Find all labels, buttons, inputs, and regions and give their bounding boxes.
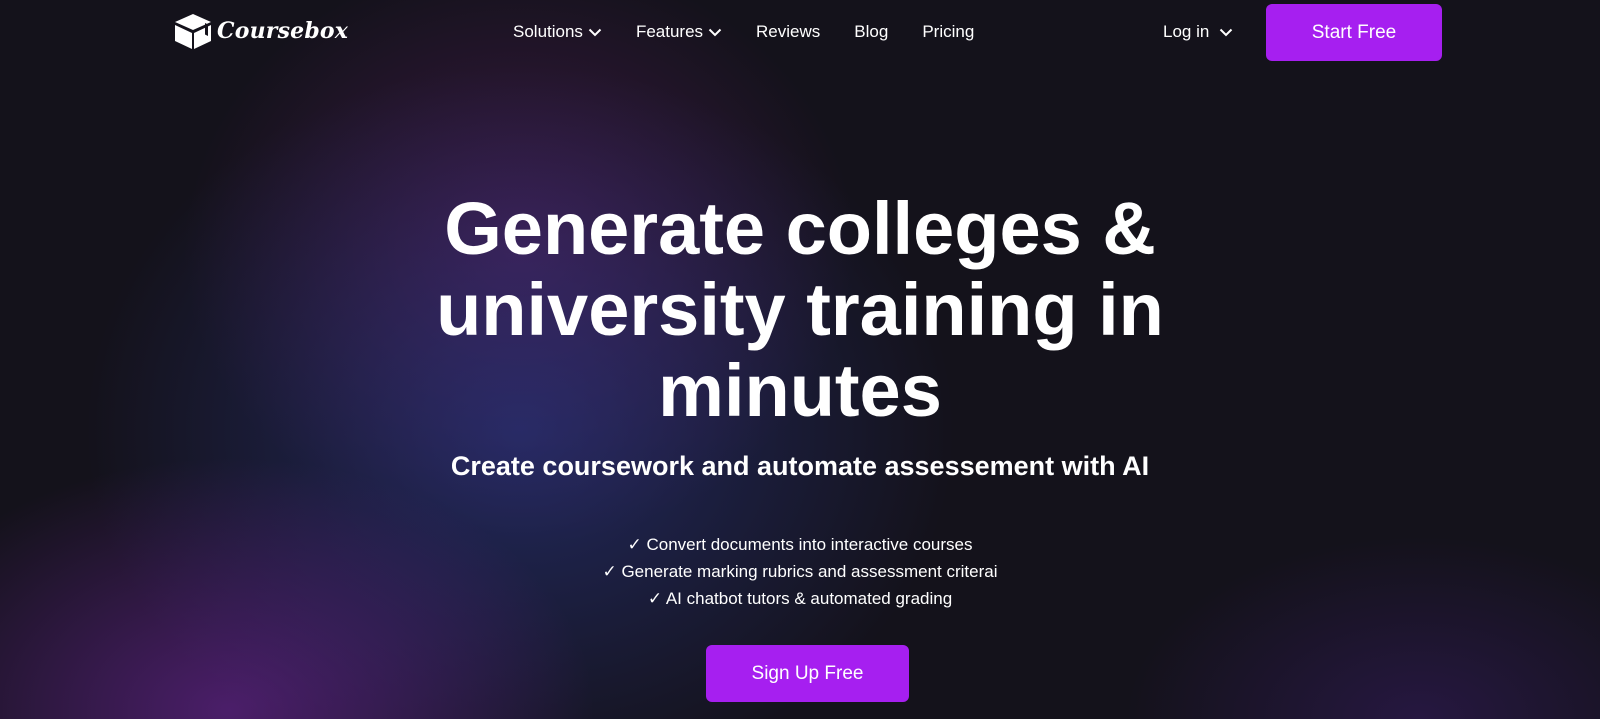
top-nav: Coursebox Solutions Features Reviews Blo… [0, 0, 1600, 64]
login-label: Log in [1163, 22, 1210, 41]
nav-item-pricing[interactable]: Pricing [922, 20, 974, 44]
nav-item-label: Features [635, 22, 704, 41]
login-dropdown[interactable]: Log in [1163, 20, 1233, 44]
feature-item: ✓ Generate marking rubrics and assessmen… [602, 562, 998, 581]
box-icon [173, 12, 213, 50]
landing-page: Coursebox Solutions Features Reviews Blo… [0, 0, 1600, 719]
feature-list: ✓ Convert documents into interactive cou… [400, 531, 1200, 612]
logo-text: Coursebox [217, 18, 349, 44]
nav-item-label: Reviews [756, 22, 821, 41]
chevron-down-icon [708, 28, 722, 37]
nav-item-label: Solutions [513, 22, 583, 41]
start-free-button[interactable]: Start Free [1266, 4, 1442, 61]
chevron-down-icon [588, 28, 602, 37]
sign-up-free-button[interactable]: Sign Up Free [706, 645, 909, 702]
nav-item-features[interactable]: Features [636, 20, 722, 44]
nav-item-label: Blog [854, 22, 889, 41]
nav-item-label: Pricing [922, 22, 975, 41]
nav-item-reviews[interactable]: Reviews [756, 20, 820, 44]
nav-links: Solutions Features Reviews Blog Pricing [513, 20, 1008, 44]
hero-title: Generate colleges & university training … [436, 187, 1164, 432]
nav-item-blog[interactable]: Blog [854, 20, 888, 44]
feature-item: ✓ AI chatbot tutors & automated grading [647, 589, 953, 608]
logo[interactable]: Coursebox [173, 12, 348, 50]
chevron-down-icon [1219, 28, 1233, 37]
nav-item-solutions[interactable]: Solutions [513, 20, 602, 44]
feature-item: ✓ Convert documents into interactive cou… [627, 535, 973, 554]
hero-subtitle: Create coursework and automate assesseme… [450, 451, 1150, 481]
